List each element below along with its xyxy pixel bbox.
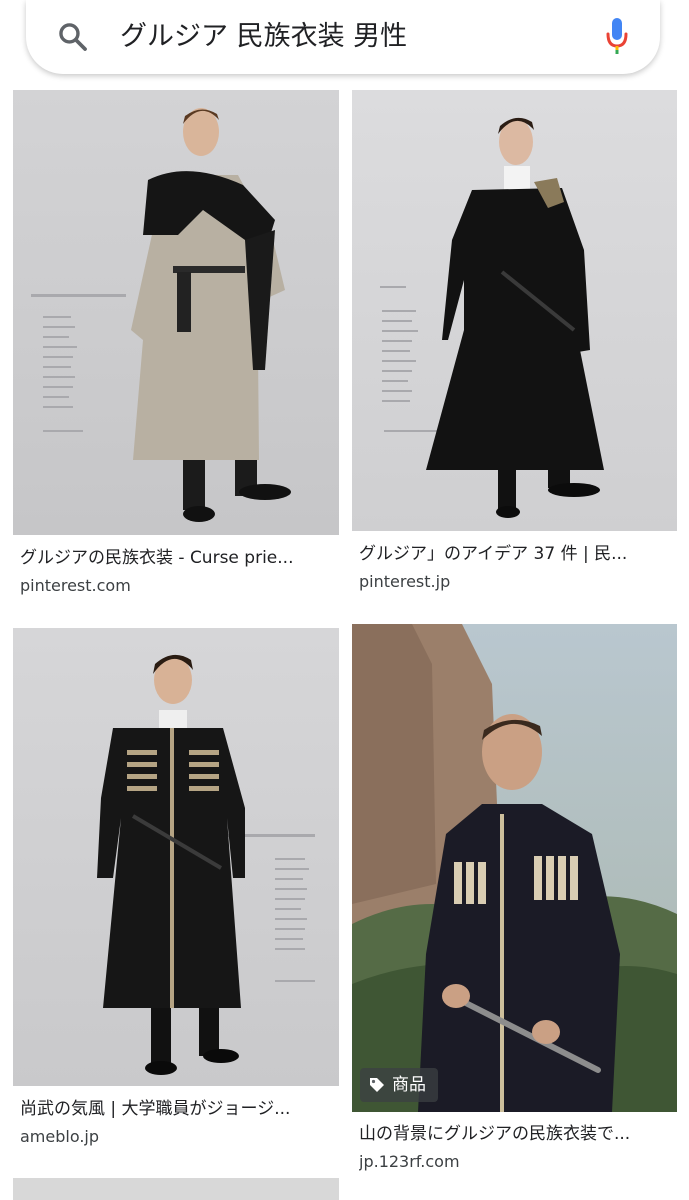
result-caption-4[interactable]: 山の背景にグルジアの民族衣装で... jp.123rf.com (359, 1122, 671, 1174)
photo-man-in-embroidered-chokha (13, 628, 339, 1086)
result-image-2[interactable] (352, 90, 677, 531)
photo-man-outdoors-in-chokha (352, 624, 677, 1112)
result-caption-2[interactable]: グルジア」のアイデア 37 件 | 民... pinterest.jp (359, 542, 671, 594)
product-badge-label: 商品 (392, 1075, 426, 1095)
search-bar[interactable]: グルジア 民族衣装 男性 (26, 0, 660, 74)
result-image-4[interactable]: 商品 (352, 624, 677, 1112)
result-title[interactable]: 山の背景にグルジアの民族衣装で... (359, 1122, 671, 1146)
tag-icon (370, 1078, 384, 1092)
result-source: ameblo.jp (20, 1127, 100, 1146)
result-image-3[interactable] (13, 628, 339, 1086)
image-search-results-page: グルジア 民族衣装 男性 グルジアの民族衣装 - Curse prie... p… (0, 0, 689, 1200)
result-title[interactable]: 尚武の気風 | 大学職員がジョージ... (20, 1097, 332, 1121)
search-query-text[interactable]: グルジア 民族衣装 男性 (120, 18, 407, 56)
result-title[interactable]: グルジア」のアイデア 37 件 | 民... (359, 542, 671, 566)
search-icon[interactable] (56, 20, 90, 54)
product-badge: 商品 (360, 1068, 438, 1102)
result-source: jp.123rf.com (359, 1152, 460, 1171)
result-image-5-partial[interactable] (13, 1178, 339, 1200)
result-source: pinterest.jp (359, 572, 451, 591)
result-title[interactable]: グルジアの民族衣装 - Curse prie... (20, 546, 332, 570)
result-image-1[interactable] (13, 90, 339, 535)
result-source: pinterest.com (20, 576, 131, 595)
result-caption-3[interactable]: 尚武の気風 | 大学職員がジョージ... ameblo.jp (20, 1097, 332, 1149)
mic-icon[interactable] (604, 16, 630, 56)
search-header: グルジア 民族衣装 男性 (0, 0, 689, 88)
photo-man-in-grey-chokha (13, 90, 339, 535)
result-caption-1[interactable]: グルジアの民族衣装 - Curse prie... pinterest.com (20, 546, 332, 598)
photo-man-in-black-chokha (352, 90, 677, 531)
